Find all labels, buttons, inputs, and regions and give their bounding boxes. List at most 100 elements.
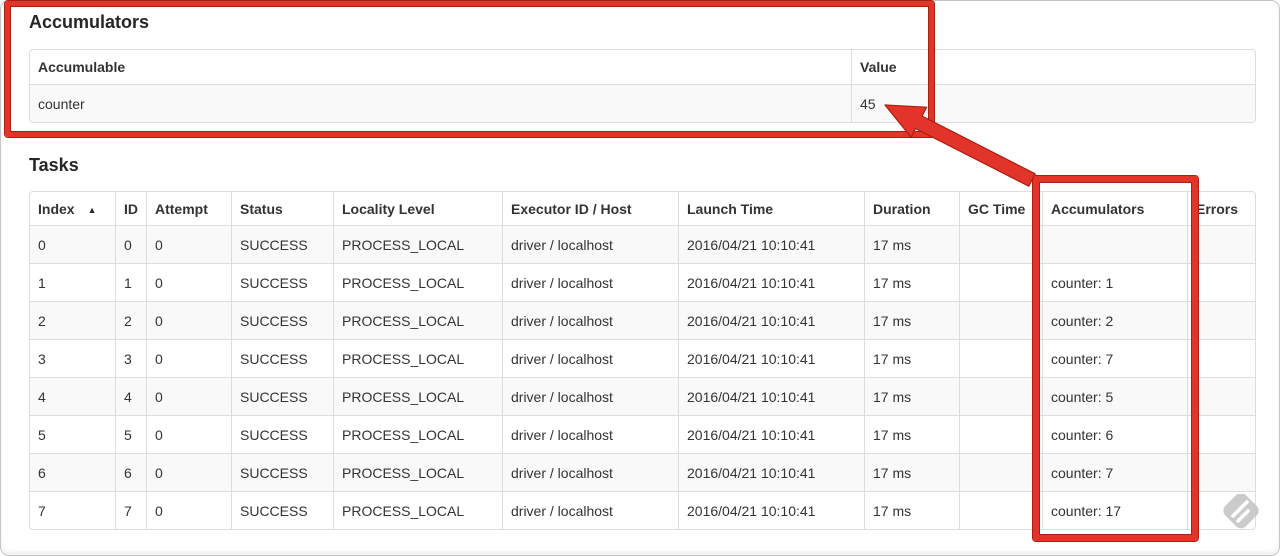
tasks-cell-launch-time: 2016/04/21 10:10:41 xyxy=(678,225,864,263)
tasks-column-header-executor-id-host[interactable]: Executor ID / Host xyxy=(502,192,678,225)
tasks-cell-status: SUCCESS xyxy=(231,453,333,491)
tasks-cell-executor-id-host: driver / localhost xyxy=(502,415,678,453)
tasks-row-4: 4 4 0 SUCCESS PROCESS_LOCAL driver / localhos… xyxy=(30,377,1255,415)
column-header-label: ID xyxy=(124,200,138,217)
tasks-cell-launch-time: 2016/04/21 10:10:41 xyxy=(678,339,864,377)
tasks-cell-duration: 17 ms xyxy=(864,415,959,453)
column-header-label: Accumulators xyxy=(1051,200,1145,217)
tasks-cell-index: 3 xyxy=(30,339,115,377)
tasks-cell-index: 5 xyxy=(30,415,115,453)
accumulators-row-0: counter 45 xyxy=(30,84,1255,122)
tasks-cell-launch-time: 2016/04/21 10:10:41 xyxy=(678,377,864,415)
tasks-column-header-locality-level[interactable]: Locality Level xyxy=(333,192,502,225)
column-header-label: Attempt xyxy=(155,200,208,217)
tasks-cell-index: 2 xyxy=(30,301,115,339)
tasks-column-header-launch-time[interactable]: Launch Time xyxy=(678,192,864,225)
tasks-cell-accumulators xyxy=(1042,225,1187,263)
tasks-cell-errors xyxy=(1187,377,1255,415)
tasks-cell-locality-level: PROCESS_LOCAL xyxy=(333,339,502,377)
tasks-cell-locality-level: PROCESS_LOCAL xyxy=(333,225,502,263)
tasks-cell-accumulators: counter: 1 xyxy=(1042,263,1187,301)
tasks-cell-executor-id-host: driver / localhost xyxy=(502,377,678,415)
tasks-row-0: 0 0 0 SUCCESS PROCESS_LOCAL driver / localhos… xyxy=(30,225,1255,263)
tasks-cell-executor-id-host: driver / localhost xyxy=(502,339,678,377)
accumulators-table: Accumulable Value counter 45 xyxy=(29,49,1256,123)
column-header-label: Locality Level xyxy=(342,200,435,217)
tasks-cell-id: 7 xyxy=(115,491,146,529)
tasks-cell-accumulators: counter: 2 xyxy=(1042,301,1187,339)
tasks-cell-errors xyxy=(1187,339,1255,377)
tasks-cell-duration: 17 ms xyxy=(864,339,959,377)
tasks-cell-locality-level: PROCESS_LOCAL xyxy=(333,453,502,491)
tasks-cell-launch-time: 2016/04/21 10:10:41 xyxy=(678,301,864,339)
tasks-cell-id: 0 xyxy=(115,225,146,263)
tasks-column-header-gc-time[interactable]: GC Time xyxy=(959,192,1042,225)
tasks-cell-attempt: 0 xyxy=(146,225,231,263)
column-header-label: Duration xyxy=(873,200,931,217)
tasks-cell-status: SUCCESS xyxy=(231,415,333,453)
column-header-label: Status xyxy=(240,200,283,217)
tasks-table-head: Index ▲ ID Attempt Status Locality Level Execu… xyxy=(30,192,1255,225)
tasks-cell-gc-time xyxy=(959,415,1042,453)
tasks-cell-status: SUCCESS xyxy=(231,491,333,529)
accumulators-column-header-accumulable: Accumulable xyxy=(30,50,851,84)
tasks-cell-attempt: 0 xyxy=(146,491,231,529)
tasks-cell-index: 4 xyxy=(30,377,115,415)
tasks-column-header-id[interactable]: ID xyxy=(115,192,146,225)
tasks-cell-attempt: 0 xyxy=(146,453,231,491)
tasks-cell-attempt: 0 xyxy=(146,377,231,415)
tasks-row-6: 6 6 0 SUCCESS PROCESS_LOCAL driver / localhos… xyxy=(30,453,1255,491)
tasks-cell-executor-id-host: driver / localhost xyxy=(502,453,678,491)
tasks-cell-errors xyxy=(1187,453,1255,491)
tasks-cell-id: 2 xyxy=(115,301,146,339)
tasks-cell-duration: 17 ms xyxy=(864,263,959,301)
column-header-label: Value xyxy=(860,59,897,75)
column-header-label: Launch Time xyxy=(687,200,774,217)
column-header-label: Errors xyxy=(1196,200,1239,217)
tasks-column-header-status[interactable]: Status xyxy=(231,192,333,225)
tasks-cell-accumulators: counter: 7 xyxy=(1042,453,1187,491)
column-header-label: Index xyxy=(38,200,75,217)
tasks-header-row: Index ▲ ID Attempt Status Locality Level Execu… xyxy=(30,192,1255,225)
tasks-row-1: 1 1 0 SUCCESS PROCESS_LOCAL driver / localhos… xyxy=(30,263,1255,301)
column-header-label: Executor ID / Host xyxy=(511,200,632,217)
tasks-cell-status: SUCCESS xyxy=(231,339,333,377)
accumulators-table-body: counter 45 xyxy=(30,84,1255,122)
tasks-row-5: 5 5 0 SUCCESS PROCESS_LOCAL driver / localhos… xyxy=(30,415,1255,453)
tasks-cell-launch-time: 2016/04/21 10:10:41 xyxy=(678,453,864,491)
tasks-cell-attempt: 0 xyxy=(146,263,231,301)
accumulators-header-row: Accumulable Value xyxy=(30,50,1255,84)
tasks-cell-executor-id-host: driver / localhost xyxy=(502,301,678,339)
tasks-cell-duration: 17 ms xyxy=(864,225,959,263)
tasks-cell-attempt: 0 xyxy=(146,415,231,453)
tasks-cell-duration: 17 ms xyxy=(864,491,959,529)
tasks-column-header-duration[interactable]: Duration xyxy=(864,192,959,225)
tasks-cell-errors xyxy=(1187,225,1255,263)
tasks-cell-attempt: 0 xyxy=(146,301,231,339)
tasks-cell-accumulators: counter: 6 xyxy=(1042,415,1187,453)
tasks-column-header-attempt[interactable]: Attempt xyxy=(146,192,231,225)
tasks-cell-accumulators: counter: 17 xyxy=(1042,491,1187,529)
tasks-cell-index: 6 xyxy=(30,453,115,491)
tasks-cell-executor-id-host: driver / localhost xyxy=(502,491,678,529)
tasks-cell-executor-id-host: driver / localhost xyxy=(502,225,678,263)
tasks-cell-errors xyxy=(1187,415,1255,453)
tasks-cell-index: 0 xyxy=(30,225,115,263)
tasks-row-2: 2 2 0 SUCCESS PROCESS_LOCAL driver / localhos… xyxy=(30,301,1255,339)
sort-ascending-icon: ▲ xyxy=(87,204,97,215)
accumulators-column-header-value: Value xyxy=(851,50,1255,84)
tasks-table: Index ▲ ID Attempt Status Locality Level Execu… xyxy=(29,191,1256,530)
tasks-column-header-accumulators[interactable]: Accumulators xyxy=(1042,192,1187,225)
column-header-label: Accumulable xyxy=(38,59,126,75)
tasks-cell-status: SUCCESS xyxy=(231,225,333,263)
tasks-cell-id: 6 xyxy=(115,453,146,491)
tasks-cell-id: 1 xyxy=(115,263,146,301)
tasks-cell-gc-time xyxy=(959,377,1042,415)
accumulators-heading: Accumulators xyxy=(29,12,150,32)
tasks-cell-locality-level: PROCESS_LOCAL xyxy=(333,415,502,453)
tasks-column-header-errors[interactable]: Errors xyxy=(1187,192,1255,225)
tasks-cell-duration: 17 ms xyxy=(864,377,959,415)
tasks-cell-duration: 17 ms xyxy=(864,453,959,491)
tasks-cell-attempt: 0 xyxy=(146,339,231,377)
tasks-column-header-index[interactable]: Index ▲ xyxy=(30,192,115,225)
